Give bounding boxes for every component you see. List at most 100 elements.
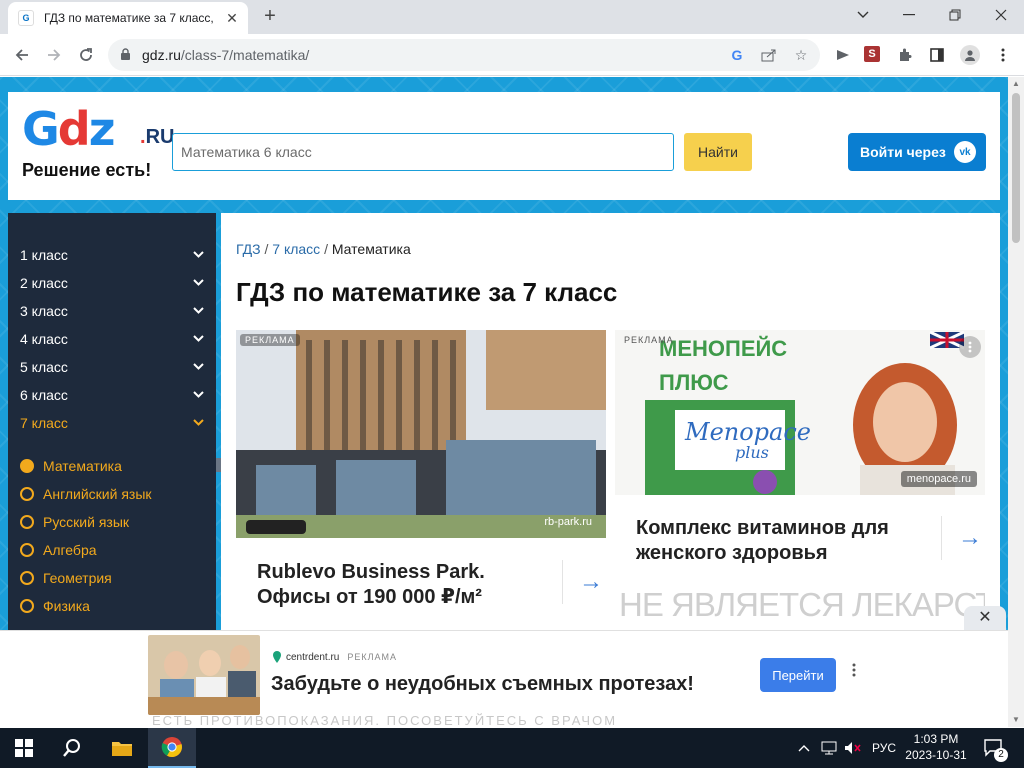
- svg-text:plus: plus: [735, 443, 769, 462]
- taskbar-clock[interactable]: 1:03 PM 2023-10-31: [902, 731, 970, 763]
- language-indicator[interactable]: РУС: [872, 728, 896, 768]
- notifications-icon[interactable]: 2: [984, 728, 1008, 768]
- vk-logo-icon: vk: [954, 141, 976, 163]
- ad-headline: Забудьте о неудобных съемных протезах!: [271, 673, 694, 695]
- subject-item-algebra[interactable]: Алгебра: [20, 540, 210, 560]
- volume-muted-icon[interactable]: [844, 728, 862, 768]
- gdz-logo[interactable]: Gdz .RU Решение есть!: [22, 104, 174, 184]
- subject-label: Физика: [43, 598, 90, 614]
- scroll-thumb[interactable]: [1012, 93, 1020, 243]
- chrome-taskbar-icon[interactable]: [148, 728, 196, 768]
- sidebar-item-class-6[interactable]: 6 класс: [20, 387, 204, 407]
- radio-circle-icon: [20, 571, 34, 585]
- chevron-down-icon: [193, 331, 204, 345]
- sidebar-item-class-4[interactable]: 4 класс: [20, 331, 204, 351]
- sidebar-item-class-7[interactable]: 7 класс: [20, 415, 204, 435]
- search-icon[interactable]: [48, 728, 96, 768]
- side-panel-icon[interactable]: [928, 46, 946, 64]
- ad-headline: Комплекс витаминов для женского здоровья: [636, 517, 889, 564]
- site-header: Gdz .RU Решение есть! Найти Войти через …: [8, 92, 1000, 200]
- subject-label: Русский язык: [43, 514, 130, 530]
- chevron-down-icon: [193, 247, 204, 261]
- subject-label: Математика: [43, 458, 122, 474]
- s-extension-icon[interactable]: S: [864, 46, 880, 62]
- profile-avatar-icon[interactable]: [960, 45, 980, 65]
- forward-arrow-icon[interactable]: [42, 43, 66, 67]
- subject-item-physics[interactable]: Физика: [20, 596, 210, 616]
- chevron-down-icon: [193, 387, 204, 401]
- radio-circle-icon: [20, 487, 34, 501]
- extensions-puzzle-icon[interactable]: [896, 46, 914, 64]
- class-label: 7 класс: [20, 415, 68, 431]
- address-bar[interactable]: gdz.ru/class-7/matematika/ G ☆: [108, 39, 820, 71]
- subject-item-geometry[interactable]: Геометрия: [20, 568, 210, 588]
- page-scrollbar[interactable]: ▲ ▼: [1008, 77, 1024, 727]
- ad-headline: Rublevo Business Park. Офисы от 190 000 …: [257, 561, 485, 608]
- chevron-down-icon: [193, 275, 204, 289]
- subject-item-english[interactable]: Английский язык: [20, 484, 210, 504]
- vk-login-button[interactable]: Войти через vk: [848, 133, 986, 171]
- dental-ad-image: [148, 635, 260, 715]
- close-window-icon[interactable]: [978, 0, 1024, 30]
- bottom-ad-banner[interactable]: centrdent.ru РЕКЛАМА Забудьте о неудобны…: [0, 630, 1008, 728]
- restore-icon[interactable]: [932, 0, 978, 30]
- bookmark-star-icon[interactable]: ☆: [792, 46, 810, 64]
- share-icon[interactable]: [760, 46, 778, 64]
- windows-start-icon[interactable]: [0, 728, 48, 768]
- find-button[interactable]: Найти: [684, 133, 752, 171]
- scroll-down-icon[interactable]: ▼: [1008, 713, 1024, 727]
- ad-disclaimer: ЕСТЬ ПРОТИВОПОКАЗАНИЯ. ПОСОВЕТУЙТЕСЬ С В…: [152, 713, 618, 728]
- site-search-input[interactable]: [172, 133, 674, 171]
- breadcrumb-class-link[interactable]: 7 класс: [272, 241, 320, 257]
- breadcrumb-sep: /: [260, 241, 273, 257]
- network-icon[interactable]: [820, 728, 838, 768]
- radio-circle-icon: [20, 459, 34, 473]
- ad-source: centrdent.ru РЕКЛАМА: [272, 651, 397, 663]
- windows-taskbar: РУС 1:03 PM 2023-10-31 2: [0, 728, 1024, 768]
- more-options-icon[interactable]: [959, 336, 981, 358]
- ad-go-button[interactable]: Перейти: [760, 658, 836, 692]
- subject-item-russian[interactable]: Русский язык: [20, 512, 210, 532]
- notification-count: 2: [994, 748, 1008, 762]
- ad-card-menopace[interactable]: Menopace plus МЕНОПЕЙС ПЛЮС menopace.ru …: [615, 330, 985, 630]
- file-explorer-icon[interactable]: [98, 728, 146, 768]
- new-tab-icon[interactable]: +: [260, 6, 280, 26]
- browser-tab[interactable]: G ГДЗ по математике за 7 класс, ✕: [8, 2, 248, 34]
- radio-circle-icon: [20, 543, 34, 557]
- tray-chevron-up-icon[interactable]: [798, 728, 810, 768]
- scroll-up-icon[interactable]: ▲: [1008, 77, 1024, 91]
- back-arrow-icon[interactable]: [10, 43, 34, 67]
- browser-titlebar: G ГДЗ по математике за 7 класс, ✕ +: [0, 0, 1024, 34]
- class-label: 3 класс: [20, 303, 68, 319]
- class-label: 5 класс: [20, 359, 68, 375]
- sidebar-item-class-1[interactable]: 1 класс: [20, 247, 204, 267]
- subject-label: Алгебра: [43, 542, 97, 558]
- radio-circle-icon: [20, 599, 34, 613]
- google-translate-icon[interactable]: G: [728, 46, 746, 64]
- sidebar-item-class-3[interactable]: 3 класс: [20, 303, 204, 323]
- subject-item-mathematics[interactable]: Математика: [20, 456, 210, 476]
- radio-circle-icon: [20, 515, 34, 529]
- subject-label: Английский язык: [43, 486, 152, 502]
- breadcrumb-root-link[interactable]: ГДЗ: [236, 241, 261, 257]
- class-label: 4 класс: [20, 331, 68, 347]
- ad-label: РЕКЛАМА: [347, 652, 398, 662]
- breadcrumb-sep: /: [320, 241, 332, 257]
- sidebar-item-class-2[interactable]: 2 класс: [20, 275, 204, 295]
- arrow-right-icon[interactable]: →: [941, 516, 982, 560]
- extension-arrow-icon[interactable]: [834, 46, 852, 64]
- ad-card-rb-park[interactable]: rb-park.ru РЕКЛАМА Rublevo Business Park…: [236, 330, 606, 630]
- reload-icon[interactable]: [74, 43, 98, 67]
- chevron-down-icon: [193, 359, 204, 373]
- chrome-menu-icon[interactable]: [994, 46, 1012, 64]
- arrow-right-icon[interactable]: →: [562, 560, 603, 604]
- ad-label: РЕКЛАМА: [240, 334, 300, 346]
- more-options-icon[interactable]: [852, 663, 856, 682]
- ad-domain: centrdent.ru: [286, 651, 340, 663]
- close-ad-icon[interactable]: ✕: [964, 606, 1006, 630]
- gdz-favicon-icon: G: [18, 10, 34, 26]
- minimize-icon[interactable]: [886, 0, 932, 30]
- tab-close-icon[interactable]: ✕: [224, 10, 240, 26]
- sidebar-item-class-5[interactable]: 5 класс: [20, 359, 204, 379]
- tab-search-chevron-icon[interactable]: [840, 0, 886, 30]
